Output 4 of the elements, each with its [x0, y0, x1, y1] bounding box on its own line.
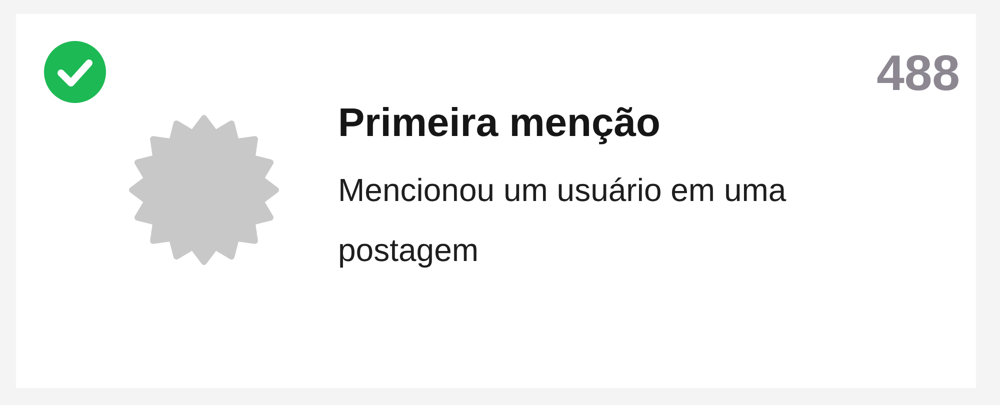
achievement-description: Mencionou um usuário em uma postagem — [338, 170, 788, 270]
badge-icon — [126, 112, 282, 268]
points: 488 — [876, 44, 960, 102]
achievement-title: Primeira menção — [338, 100, 662, 146]
